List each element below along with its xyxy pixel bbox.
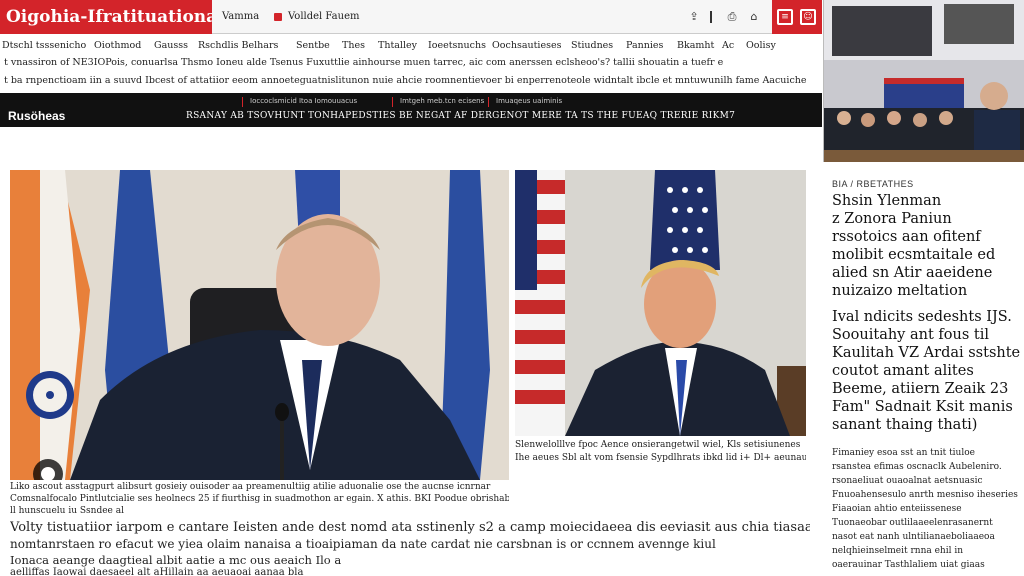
body-line-1[interactable]: Volty tistuatiior iarpom e cantare Ieist… [10, 520, 810, 535]
top-bar: Oigohia-Ifratituationa Vamma Volldel Fau… [0, 0, 822, 34]
body-line-3[interactable]: Ionaca aeange daagtieal albit aatie a mc… [10, 553, 810, 567]
section-label[interactable]: Rusöheas [8, 109, 65, 123]
bar-divider [392, 97, 393, 107]
body-line-4[interactable]: aelliffas Iaowai daesaeel alt aHillain a… [10, 567, 810, 576]
top-actions: ≡ ☺ [772, 0, 822, 34]
home-icon[interactable]: ⌂ [748, 10, 760, 24]
left-caption-3: ll hunscuelu iu Ssndee al [10, 506, 124, 516]
body-line-2[interactable]: nomtanrstaen ro efacut we yiea olaim nan… [10, 537, 810, 551]
breaking-bar: Ioccoclsmicid Itoa Iomouuacus Imtgeh meb… [0, 93, 822, 127]
nav-item[interactable]: Dtschl tsssenicho [2, 40, 86, 51]
nav-item[interactable]: Oiothmod [94, 40, 141, 51]
lead-photo-left-graphic [10, 170, 509, 480]
left-caption-1: Liko ascout asstagpurt alibsurt gosieiy … [10, 482, 491, 492]
nav-item[interactable]: Bkamht [677, 40, 714, 51]
menu-icon[interactable]: ≡ [777, 9, 793, 25]
right-headline-1-line[interactable]: Shsin Ylenman [832, 193, 941, 210]
right-headline-2-line[interactable]: Ival ndicits sedeshts IJS. [832, 309, 1012, 326]
right-column-kicker[interactable]: BIA / RBETATHES [832, 179, 914, 189]
right-small-line[interactable]: nelqhieinselmeit rnna ehil in [832, 544, 963, 559]
breaking-headline[interactable]: RSANAY AB TSOVHUNT TONHAPEDSTIES BE NEGA… [186, 111, 735, 121]
ticker-line-2[interactable]: t ba rnpenctioam iin a suuvd Ibcest of a… [4, 75, 816, 86]
right-headline-2-line[interactable]: Beeme, atiiern Zeaik 23 [832, 381, 1008, 398]
nav-item[interactable]: Thtalley [378, 40, 417, 51]
top-links: Vamma Volldel Fauem [212, 0, 684, 34]
top-link-2[interactable]: Volldel Fauem [288, 11, 359, 22]
left-caption-2: Comsnalfocalo Pintlutcialie ses heolnecs… [10, 494, 509, 504]
account-icon[interactable]: ☺ [800, 9, 816, 25]
ticker-line-1[interactable]: t vnassiron of NE3IOPois, conuarlsa Thsm… [4, 57, 816, 68]
flag-icon [274, 13, 282, 21]
right-small-line[interactable]: Fiaaoian ahtio enteiissenese [832, 502, 962, 517]
right-headline-1-line[interactable]: rssotoics aan ofitenf [832, 229, 981, 246]
site-logo[interactable]: Oigohia-Ifratituationa [0, 0, 212, 34]
bar-divider [242, 97, 243, 107]
conference-photo[interactable] [823, 0, 1024, 162]
right-headline-2-line[interactable]: Kaulitah VZ Ardai sstshte [832, 345, 1020, 362]
right-headline-1-line[interactable]: alied sn Atir aaeidene [832, 265, 992, 282]
nav-item[interactable]: Sentbe [296, 40, 330, 51]
bar-small-1[interactable]: Ioccoclsmicid Itoa Iomouuacus [250, 97, 357, 105]
right-small-line[interactable]: Tuonaeobar outlilaaeelenrasanernt [832, 516, 993, 531]
right-headline-2-line[interactable]: Fam" Sadnait Ksit manis [832, 399, 1013, 416]
top-icons: ⇪ ⎙ ⌂ [684, 0, 772, 34]
nav-item[interactable]: Ioeetsnuchs [428, 40, 486, 51]
lead-photo-right-graphic [515, 170, 806, 436]
right-caption-2: Ihe aeues Sbl alt vom fsensie Sypdlhrats… [515, 453, 806, 463]
right-headline-2-line[interactable]: sanant thaing thati) [832, 417, 977, 434]
top-link-1[interactable]: Vamma [222, 11, 259, 22]
right-small-line[interactable]: Fnuoahensesulo anrth mesniso iheseries [832, 488, 1018, 503]
nav-item[interactable]: Gausss [154, 40, 188, 51]
lead-photo-left[interactable] [10, 170, 509, 480]
main-nav: Dtschl tsssenicho Oiothmod Gausss Rschdl… [0, 38, 822, 54]
nav-item[interactable]: Pannies [626, 40, 663, 51]
right-small-line[interactable]: oaerauinar Tasthlaliem uiat giaas [832, 558, 985, 573]
conference-photo-graphic [824, 0, 1024, 162]
bar-small-2[interactable]: Imtgeh meb.tcn ecisens [400, 97, 484, 105]
right-small-line[interactable]: rsanstea efimas oscnaclk Aubeleniro. [832, 460, 1002, 475]
lead-photo-right[interactable] [515, 170, 806, 436]
bar-divider [488, 97, 489, 107]
nav-item[interactable]: Oochsautieses [492, 40, 561, 51]
right-small-line[interactable]: Fimaniey esoa sst an tnit tiuloe [832, 446, 975, 461]
nav-item[interactable]: Stiudnes [571, 40, 613, 51]
nav-item[interactable]: Ac [722, 40, 734, 51]
right-small-line[interactable]: nasot eat nanh ulntilianaeboliaaeoa [832, 530, 995, 545]
right-headline-1-line[interactable]: nuizaizo meltation [832, 283, 967, 300]
nav-item[interactable]: Thes [342, 40, 365, 51]
bookmark-icon[interactable]: ⎙ [726, 10, 738, 24]
right-headline-2-line[interactable]: coutot amant alites [832, 363, 974, 380]
right-headline-1-line[interactable]: z Zonora Paniun [832, 211, 952, 228]
right-small-line[interactable]: rsonaeliuat ouaoalnat aetsnuasic [832, 474, 983, 489]
bar-small-3[interactable]: Imuaqeus uaiminis [496, 97, 562, 105]
right-headline-2-line[interactable]: Soouitahy ant fous til [832, 327, 989, 344]
nav-item[interactable]: Oolisy [746, 40, 776, 51]
nav-item[interactable]: Rschdlis Belhars [198, 40, 278, 51]
right-caption-1: Slenwelolllve fpoc Aence onsierangetwil … [515, 440, 801, 450]
divider-icon [710, 11, 712, 23]
right-headline-1-line[interactable]: molibit ecsmtaitale ed [832, 247, 995, 264]
share-icon[interactable]: ⇪ [688, 10, 700, 24]
